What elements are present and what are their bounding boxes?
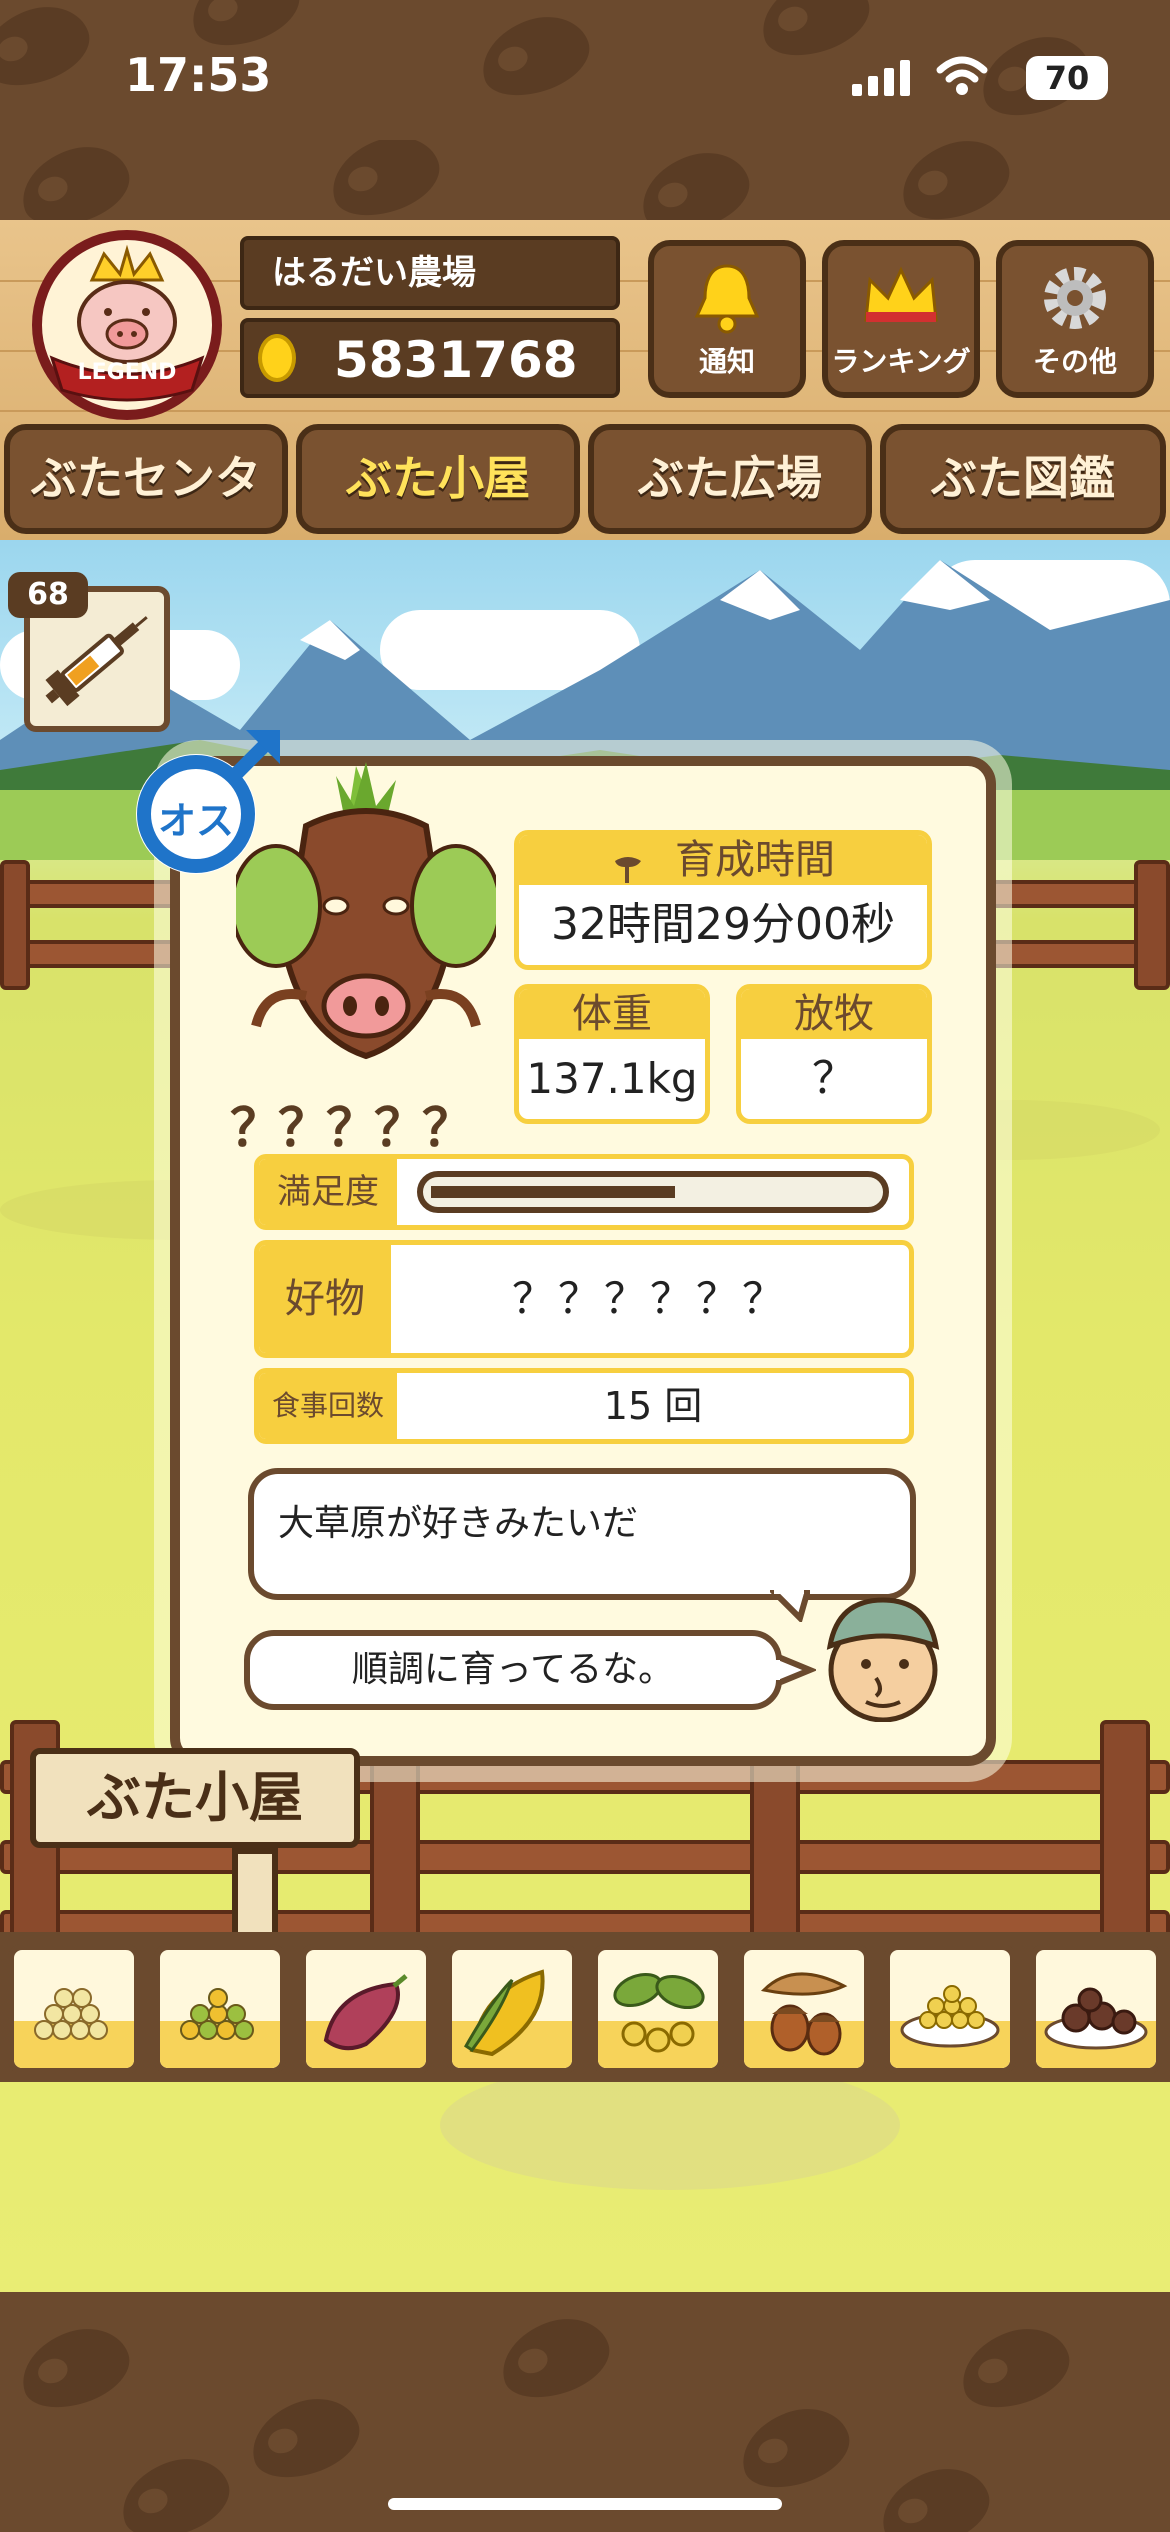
- wifi-icon: [936, 56, 988, 96]
- weight-label: 体重: [519, 989, 705, 1039]
- food-slot-1[interactable]: [8, 1944, 140, 2074]
- speech-bubble-1: 大草原が好きみたいだ: [248, 1468, 916, 1600]
- leaf-beans-icon: [613, 1972, 705, 2053]
- favorite-label: 好物: [259, 1245, 391, 1353]
- legend-label: LEGEND: [77, 360, 177, 385]
- other-button[interactable]: その他: [996, 240, 1154, 398]
- grow-time-label: 育成時間: [675, 837, 835, 883]
- signal-icon: [852, 60, 914, 96]
- other-label: その他: [1032, 345, 1117, 378]
- favorite-value: ？？？？？？: [511, 1274, 788, 1323]
- notification-label: 通知: [698, 345, 755, 378]
- weight-box: 体重 137.1kg: [514, 984, 710, 1124]
- weight-value: 137.1kg: [526, 1054, 698, 1103]
- food-slot-8[interactable]: [1030, 1944, 1162, 2074]
- food-slot-5[interactable]: [592, 1944, 724, 2074]
- tab-buta-center[interactable]: ぶたセンター: [4, 424, 288, 601]
- chestnut-plate-icon: [1044, 1987, 1148, 2050]
- header-pattern-strip: [0, 140, 1170, 230]
- graze-box: 放牧 ？: [736, 984, 932, 1124]
- pig-name: ？？？？？: [230, 1099, 474, 1159]
- grow-time-box: 育成時間 32時間29分00秒: [514, 830, 932, 970]
- meals-value: 15 回: [603, 1384, 703, 1428]
- grow-time-icon: [611, 847, 645, 883]
- tab-buta-koya[interactable]: ぶた小屋: [296, 424, 580, 534]
- graze-label: 放牧: [741, 989, 927, 1039]
- notification-button[interactable]: 通知: [648, 240, 806, 398]
- coin-icon: [258, 334, 296, 382]
- food-slot-4[interactable]: [446, 1944, 578, 2074]
- farmer-avatar: [818, 1586, 948, 1723]
- grain-mix-icon: [34, 1988, 108, 2040]
- satisfaction-label: 満足度: [259, 1159, 397, 1225]
- food-slot-3[interactable]: [300, 1944, 432, 2074]
- satisfaction-bar: [417, 1171, 889, 1213]
- battery-indicator: 70: [1026, 56, 1108, 100]
- sign-post: [232, 1848, 278, 1938]
- speech-bubble-2: 順調に育ってるな。: [244, 1630, 782, 1710]
- ranking-button[interactable]: ランキング: [822, 240, 980, 398]
- farm-name: はるだい農場: [240, 236, 620, 310]
- meals-row: 食事回数 15 回: [254, 1368, 914, 1444]
- tab-buta-hiroba[interactable]: ぶた広場: [588, 424, 872, 534]
- food-slot-6[interactable]: [738, 1944, 870, 2074]
- item-count-badge: 68: [8, 572, 88, 618]
- speech-bubble-2-text: 順調に育ってるな。: [351, 1649, 675, 1690]
- graze-value: ？: [812, 1053, 856, 1104]
- grow-time-value: 32時間29分00秒: [551, 899, 895, 950]
- food-slot-2[interactable]: [154, 1944, 286, 2074]
- acorn-icon: [760, 1972, 848, 2056]
- barn-sign: ぶた小屋: [30, 1748, 360, 1848]
- satisfaction-row: 満足度: [254, 1154, 914, 1230]
- food-slot-7[interactable]: [884, 1944, 1016, 2074]
- bottom-pattern: [0, 2292, 1170, 2532]
- meals-label: 食事回数: [259, 1373, 397, 1439]
- speech-bubble-1-text: 大草原が好きみたいだ: [278, 1503, 639, 1544]
- ranking-label: ランキング: [831, 345, 971, 378]
- tab-buta-zukan[interactable]: ぶた図鑑: [880, 424, 1166, 534]
- sweet-potato-icon: [323, 1974, 408, 2051]
- favorite-row: 好物 ？？？？？？: [254, 1240, 914, 1358]
- home-indicator[interactable]: [388, 2498, 782, 2510]
- soybean-dish-icon: [900, 1985, 1000, 2048]
- status-time: 17:53: [125, 48, 272, 102]
- sex-label: オス: [157, 799, 234, 843]
- boar-illustration: [230, 756, 502, 1096]
- bubble-tail-2: [776, 1652, 816, 1688]
- bubble-tail-1: [770, 1590, 810, 1622]
- satisfaction-fill: [431, 1186, 675, 1198]
- corn-icon: [464, 1969, 545, 2057]
- points-value: 5831768: [334, 331, 578, 389]
- legend-badge[interactable]: LEGEND: [32, 230, 222, 420]
- mixed-beans-icon: [180, 1988, 254, 2040]
- points-panel: 5831768 pt: [240, 318, 620, 461]
